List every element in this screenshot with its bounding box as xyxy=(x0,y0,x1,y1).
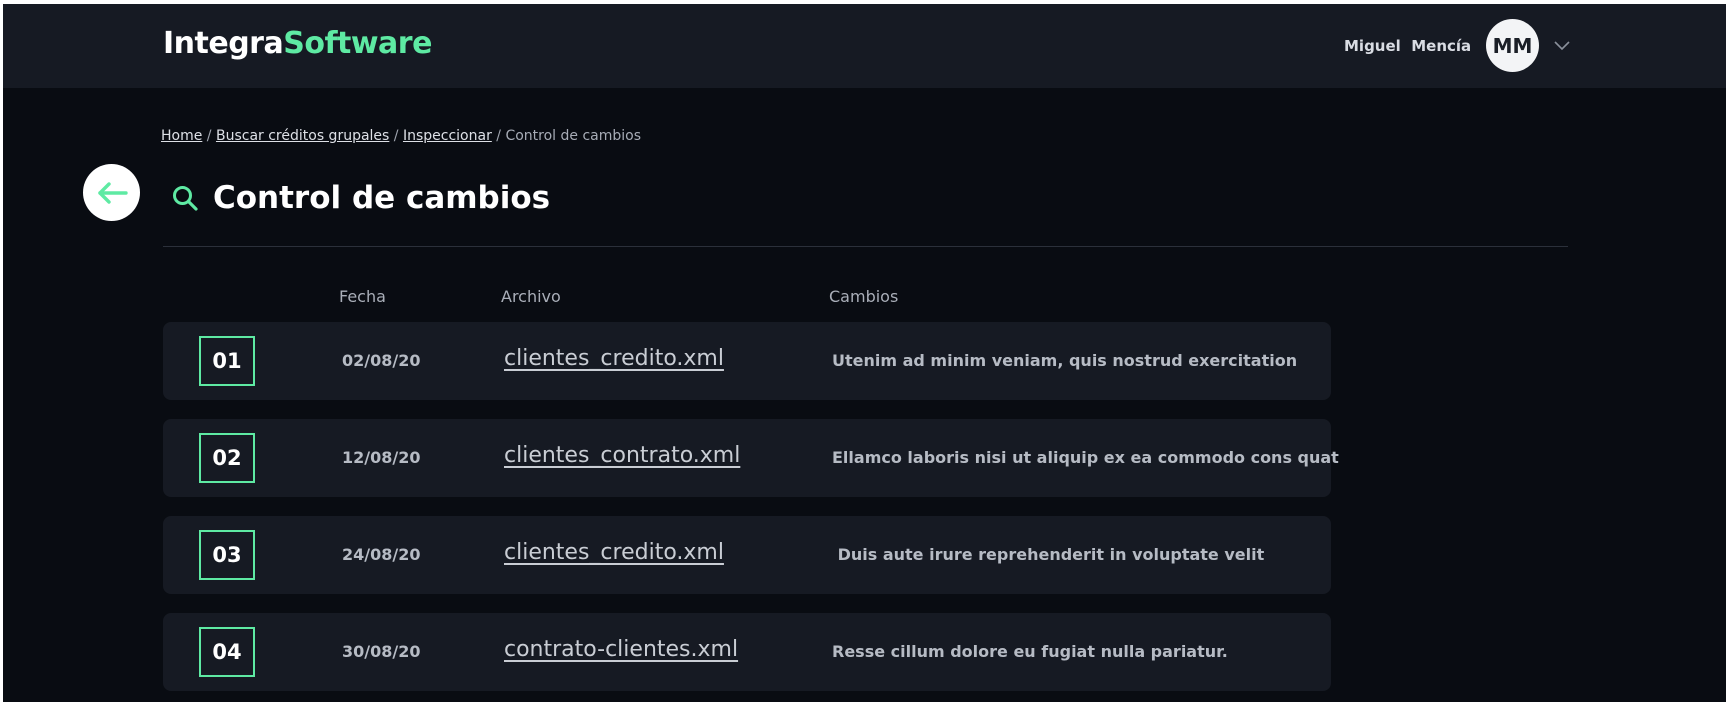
row-change-description: Resse cillum dolore eu fugiat nulla pari… xyxy=(832,642,1228,661)
row-date: 02/08/20 xyxy=(342,351,421,370)
breadcrumb-separator: / xyxy=(393,128,399,144)
table-row: 02 12/08/20 clientes_contrato.xml Ellamc… xyxy=(163,419,1339,497)
column-header-archivo: Archivo xyxy=(501,287,561,306)
row-number-badge: 02 xyxy=(199,433,255,483)
breadcrumb-link-buscar-creditos[interactable]: Buscar créditos grupales xyxy=(216,128,389,144)
breadcrumb-separator: / xyxy=(496,128,501,144)
row-date: 30/08/20 xyxy=(342,642,421,661)
table-row: 01 02/08/20 clientes_credito.xml Utenim … xyxy=(163,322,1331,400)
chevron-down-icon[interactable] xyxy=(1554,41,1570,51)
divider xyxy=(163,246,1568,247)
breadcrumb-link-inspeccionar[interactable]: Inspeccionar xyxy=(403,128,492,144)
column-header-fecha: Fecha xyxy=(339,287,386,306)
breadcrumb-current: Control de cambios xyxy=(505,128,642,144)
breadcrumb-link-home[interactable]: Home xyxy=(161,128,202,144)
column-header-cambios: Cambios xyxy=(829,287,899,306)
row-number-badge: 01 xyxy=(199,336,255,386)
brand-accent-text: Software xyxy=(283,26,432,61)
back-button[interactable] xyxy=(83,164,140,221)
table-row: 04 30/08/20 contrato-clientes.xml Resse … xyxy=(163,613,1331,691)
app-window: IntegraSoftware Miguel Mencía MM Home / … xyxy=(3,4,1726,702)
table-row: 03 24/08/20 clientes_credito.xml Duis au… xyxy=(163,516,1331,594)
page-title: Control de cambios xyxy=(213,180,551,216)
row-file-link[interactable]: clientes_contrato.xml xyxy=(504,443,740,468)
search-icon xyxy=(173,186,198,211)
row-date: 24/08/20 xyxy=(342,545,421,564)
row-file-link[interactable]: clientes_credito.xml xyxy=(504,346,724,371)
row-change-description: Duis aute irure reprehenderit in volupta… xyxy=(832,545,1265,564)
brand-primary-text: Integra xyxy=(163,26,284,61)
row-number-badge: 04 xyxy=(199,627,255,677)
row-change-description: Utenim ad minim veniam, quis nostrud exe… xyxy=(832,351,1298,370)
row-number-badge: 03 xyxy=(199,530,255,580)
row-date: 12/08/20 xyxy=(342,448,421,467)
brand-logo[interactable]: IntegraSoftware xyxy=(163,26,432,61)
breadcrumb-separator: / xyxy=(206,128,212,144)
avatar[interactable]: MM xyxy=(1486,19,1539,72)
row-file-link[interactable]: clientes_credito.xml xyxy=(504,540,724,565)
arrow-left-icon xyxy=(97,181,128,204)
page-header: Control de cambios xyxy=(171,180,550,216)
user-name[interactable]: Miguel Mencía xyxy=(1344,37,1471,55)
row-change-description: Ellamco laboris nisi ut aliquip ex ea co… xyxy=(832,448,1339,467)
breadcrumb: Home / Buscar créditos grupales / Inspec… xyxy=(161,128,641,144)
top-bar: IntegraSoftware Miguel Mencía MM xyxy=(3,4,1726,88)
row-file-link[interactable]: contrato-clientes.xml xyxy=(504,637,738,662)
